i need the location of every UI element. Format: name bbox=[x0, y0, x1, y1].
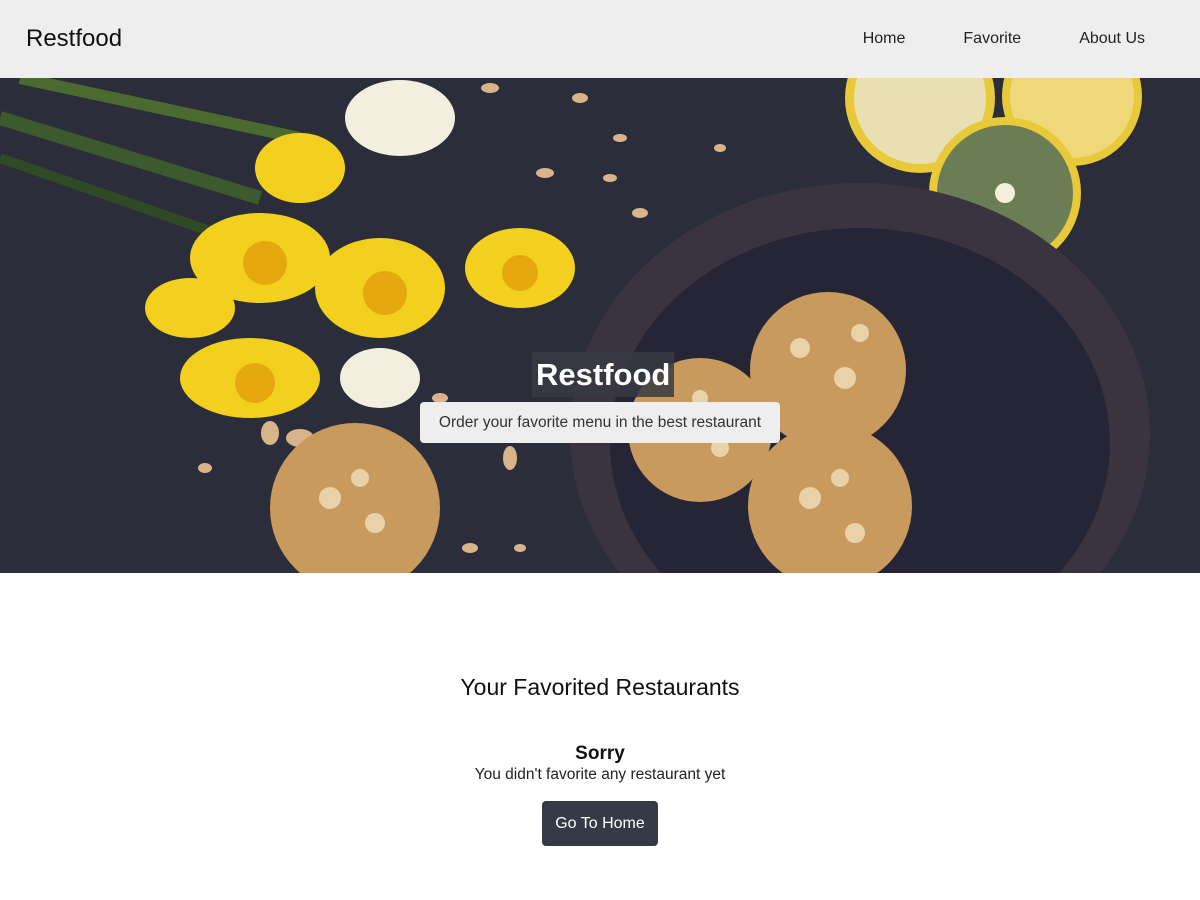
hero-subtitle: Order your favorite menu in the best res… bbox=[420, 402, 780, 443]
empty-state-title: Sorry bbox=[575, 743, 625, 764]
app-header: Restfood Home Favorite About Us bbox=[0, 0, 1200, 78]
nav-favorite-link[interactable]: Favorite bbox=[963, 20, 1021, 58]
hero-title: Restfood bbox=[532, 352, 675, 397]
nav-about-link[interactable]: About Us bbox=[1079, 20, 1145, 58]
favorites-title: Your Favorited Restaurants bbox=[460, 674, 740, 700]
brand-logo[interactable]: Restfood bbox=[26, 25, 122, 53]
hero-food-image bbox=[0, 78, 1200, 573]
empty-state-message: You didn't favorite any restaurant yet bbox=[474, 766, 726, 783]
nav-home-link[interactable]: Home bbox=[863, 20, 906, 58]
main-nav: Home Favorite About Us bbox=[863, 20, 1174, 58]
go-to-home-button[interactable]: Go To Home bbox=[542, 801, 658, 846]
hero-banner: Restfood Order your favorite menu in the… bbox=[0, 78, 1200, 573]
